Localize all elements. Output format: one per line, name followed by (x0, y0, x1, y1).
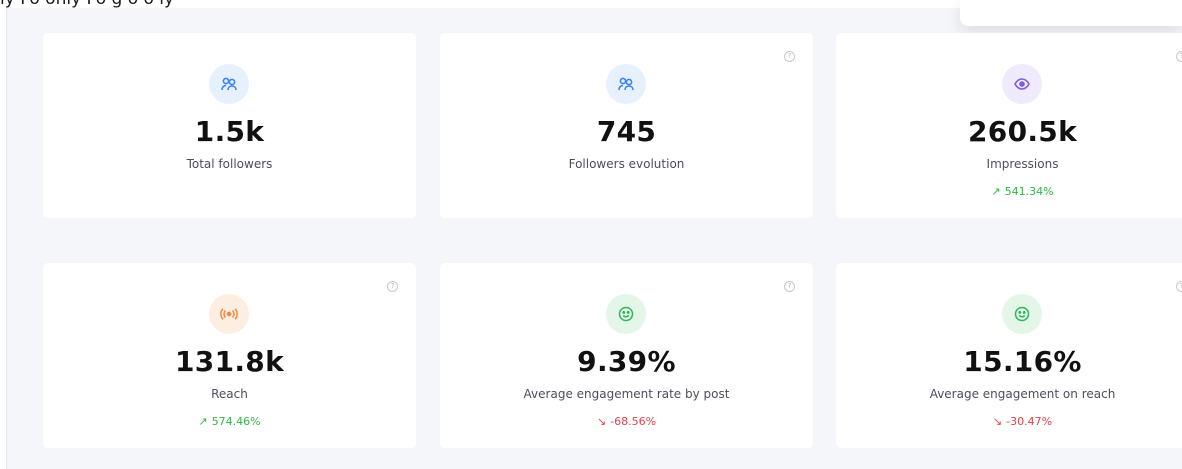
change-value: -68.56% (610, 415, 657, 428)
change-value: 541.34% (1004, 185, 1054, 198)
metric-value: 9.39% (577, 345, 676, 378)
metric-card-total-followers: 1.5k Total followers (43, 33, 416, 218)
broadcast-icon (209, 294, 249, 334)
metric-card-engagement-on-reach: ? 15.16% Average engagement on reach ↘-3… (836, 263, 1182, 448)
eye-icon (1002, 64, 1042, 104)
metric-value: 131.8k (175, 345, 284, 378)
metric-change: ↗ 574.46% (43, 415, 416, 428)
users-icon (606, 64, 646, 104)
help-icon[interactable]: ? (784, 281, 795, 292)
arrow-down-right-icon: ↘ (596, 415, 607, 428)
change-value: 574.46% (211, 415, 261, 428)
metric-change: ↗ 541.34% (836, 185, 1182, 198)
metric-label: Average engagement rate by post (523, 387, 730, 401)
change-value: -30.47% (1006, 415, 1053, 428)
help-icon[interactable]: ? (1176, 51, 1182, 62)
arrow-down-right-icon: ↘ (992, 415, 1003, 428)
metric-card-impressions: ? 260.5k Impressions ↗541.34% (836, 33, 1182, 218)
help-icon[interactable]: ? (1176, 281, 1182, 292)
metric-label: Average engagement on reach (929, 387, 1116, 401)
metric-value: 1.5k (194, 115, 265, 148)
metric-change: ↘ -68.56% (440, 415, 813, 428)
metric-change: ↘ -30.47% (836, 415, 1182, 428)
metric-value: 260.5k (968, 115, 1077, 148)
metric-label: Reach (211, 387, 248, 401)
users-icon (209, 64, 249, 104)
metric-card-reach: ? 131.8k Reach ↗ 574.46% (43, 263, 416, 448)
arrow-up-right-icon: ↗ (198, 415, 208, 428)
metric-label: Total followers (186, 157, 273, 171)
smile-icon (1002, 294, 1042, 334)
metric-label: Impressions (986, 157, 1059, 171)
dropdown-overlay (960, 0, 1182, 26)
metric-card-engagement-rate-by-post: ? 9.39% Average engagement rate by post … (440, 263, 813, 448)
arrow-up-right-icon: ↗ (991, 185, 1001, 198)
header-partial-text: ly Fo only Fo g o o ly (0, 0, 174, 8)
help-icon[interactable]: ? (784, 51, 795, 62)
smile-icon (606, 294, 646, 334)
metric-value: 15.16% (963, 345, 1082, 378)
metric-value: 745 (596, 115, 657, 148)
help-icon[interactable]: ? (387, 281, 398, 292)
metric-label: Followers evolution (568, 157, 685, 171)
metric-card-followers-evolution: ? 745 Followers evolution (440, 33, 813, 218)
